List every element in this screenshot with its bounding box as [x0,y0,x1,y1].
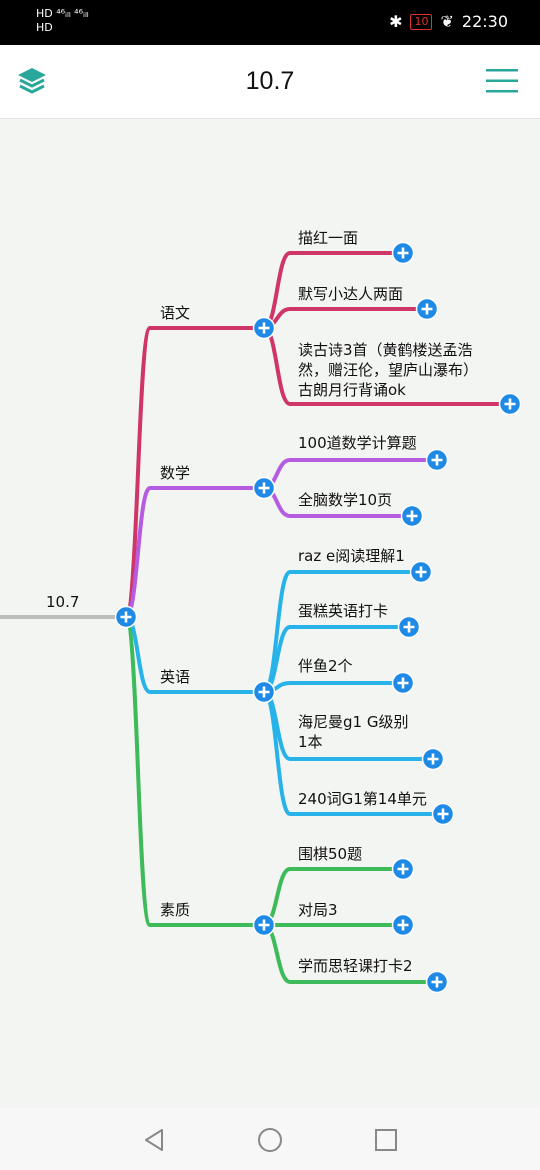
expand-leaf-button[interactable] [397,615,421,639]
expand-leaf-button[interactable] [409,560,433,584]
leaf-icon: ❦ [440,12,454,31]
branch-label: 英语 [160,668,190,686]
leaf-label: 海尼曼g1 G级别 [298,713,408,731]
leaf-label: 全脑数学10页 [298,491,392,509]
system-nav-bar [0,1108,540,1170]
leaf-label: 1本 [298,733,323,751]
leaf-label: 读古诗3首（黄鹤楼送孟浩 [298,341,473,359]
page-title: 10.7 [245,67,295,95]
network-indicators: HD ⁴⁶ᵢₗₗ ⁴⁶ᵢₗₗ HD [36,7,89,35]
expand-leaf-button[interactable] [391,857,415,881]
expand-leaf-button[interactable] [498,392,522,416]
status-right: ✱ 10 ❦ 22:30 [389,12,508,31]
expand-leaf-button[interactable] [425,970,449,994]
app-header: 10.7 [0,45,540,119]
leaf-label: 描红一面 [298,229,358,247]
expand-branch-button[interactable] [252,316,276,340]
leaf-label: 默写小达人两面 [298,285,403,303]
leaf-label: 学而思轻课打卡2 [298,957,413,975]
expand-leaf-button[interactable] [421,747,445,771]
leaf-label: 然，赠汪伦，望庐山瀑布） [298,361,478,379]
leaf-label: 古朗月行背诵ok [298,381,406,399]
expand-leaf-button[interactable] [391,913,415,937]
mind-map-canvas[interactable]: 10.7 语文 描红一面默写小达人两面读古诗3首（黄鹤楼送孟浩然，赠汪伦，望庐山瀑布… [0,118,540,1108]
clock: 22:30 [461,12,508,31]
expand-branch-button[interactable] [252,680,276,704]
expand-leaf-button[interactable] [431,802,455,826]
leaf-label: 240词G1第14单元 [298,790,427,808]
leaf-label: 蛋糕英语打卡 [298,602,388,620]
leaf-connector [262,326,292,406]
branch-label: 数学 [160,464,190,482]
expand-root-button[interactable] [114,605,138,629]
hamburger-menu-icon [486,69,518,93]
expand-branch-button[interactable] [252,476,276,500]
branch-connector [124,326,152,619]
leaf-label: 伴鱼2个 [298,657,353,675]
expand-leaf-button[interactable] [425,448,449,472]
expand-branch-button[interactable] [252,913,276,937]
signal-line-2: HD [36,21,53,34]
battery-indicator: 10 [410,13,433,30]
recents-square-icon[interactable] [372,1126,400,1154]
expand-leaf-button[interactable] [391,241,415,265]
leaf-label: 围棋50题 [298,845,362,863]
expand-leaf-button[interactable] [391,671,415,695]
leaf-label: 对局3 [298,901,338,919]
leaf-label: raz e阅读理解1 [298,547,405,565]
leaf-label: 100道数学计算题 [298,434,417,452]
bluetooth-icon: ✱ [389,12,403,31]
signal-line-1: HD ⁴⁶ᵢₗₗ ⁴⁶ᵢₗₗ [36,7,89,20]
branch-label: 语文 [160,304,190,322]
root-node-label: 10.7 [46,593,79,611]
branch-label: 素质 [160,901,190,919]
status-bar: HD ⁴⁶ᵢₗₗ ⁴⁶ᵢₗₗ HD ✱ 10 ❦ 22:30 [0,0,540,45]
back-triangle-icon[interactable] [140,1126,168,1154]
expand-leaf-button[interactable] [415,297,439,321]
expand-leaf-button[interactable] [400,504,424,528]
home-circle-icon[interactable] [256,1126,284,1154]
menu-button[interactable] [486,67,518,95]
